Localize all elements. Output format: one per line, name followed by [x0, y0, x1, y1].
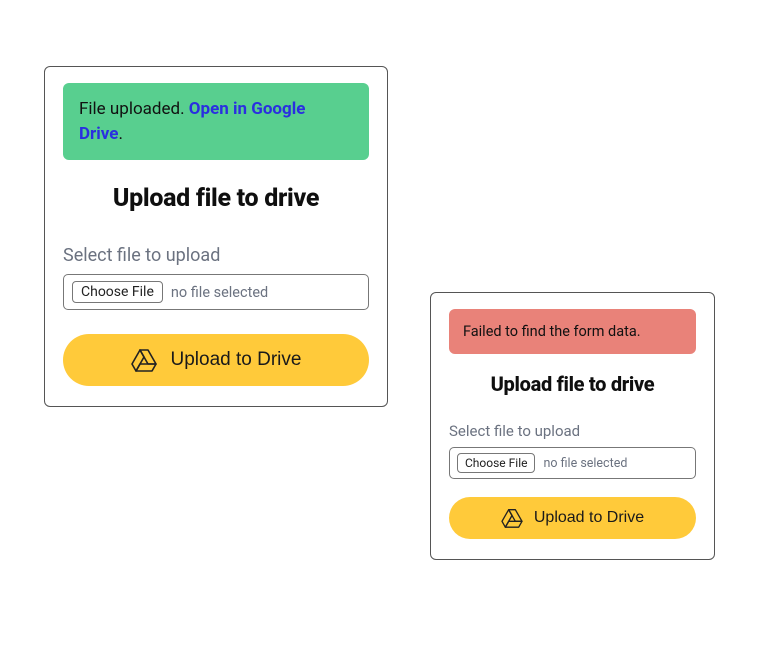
- card-heading: Upload file to drive: [63, 184, 369, 213]
- card-heading: Upload file to drive: [449, 372, 696, 396]
- banner-text-prefix: File uploaded.: [79, 99, 189, 119]
- file-select-label: Select file to upload: [63, 245, 369, 266]
- banner-error-text: Failed to find the form data.: [463, 323, 641, 340]
- file-status-text: no file selected: [543, 456, 627, 471]
- file-input[interactable]: Choose File no file selected: [63, 274, 369, 310]
- status-banner-success: File uploaded. Open in Google Drive.: [63, 83, 369, 160]
- upload-button-label: Upload to Drive: [171, 349, 302, 371]
- banner-text-suffix: .: [118, 124, 122, 144]
- upload-to-drive-button[interactable]: Upload to Drive: [449, 497, 696, 539]
- file-status-text: no file selected: [171, 284, 268, 301]
- choose-file-button[interactable]: Choose File: [457, 453, 535, 473]
- google-drive-icon: [131, 348, 157, 372]
- file-input[interactable]: Choose File no file selected: [449, 447, 696, 479]
- upload-to-drive-button[interactable]: Upload to Drive: [63, 334, 369, 386]
- file-select-label: Select file to upload: [449, 422, 696, 440]
- upload-card-success: File uploaded. Open in Google Drive. Upl…: [44, 66, 388, 407]
- upload-card-error: Failed to find the form data. Upload fil…: [430, 292, 715, 560]
- status-banner-error: Failed to find the form data.: [449, 309, 696, 354]
- upload-button-label: Upload to Drive: [534, 509, 644, 527]
- google-drive-icon: [501, 508, 523, 528]
- choose-file-button[interactable]: Choose File: [72, 281, 163, 303]
